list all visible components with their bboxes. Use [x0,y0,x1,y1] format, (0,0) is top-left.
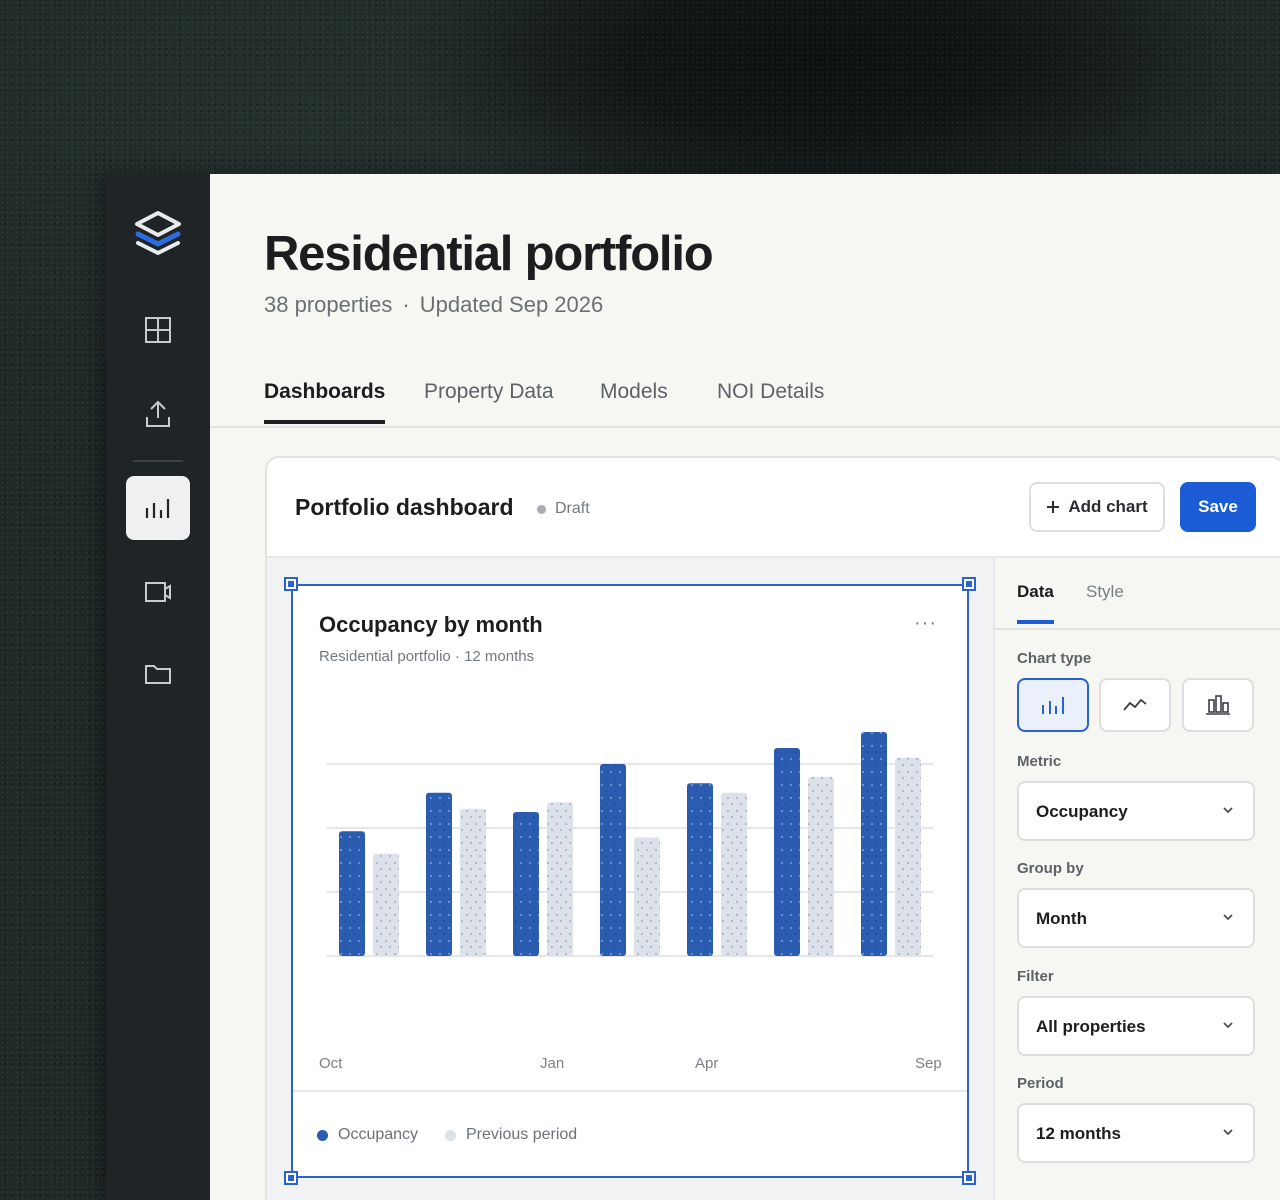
metric-select[interactable]: Occupancy [1017,781,1255,841]
x-tick-label: Jan [540,1055,564,1072]
bar-occupancy [861,732,887,956]
bar-chart-icon [1042,697,1064,714]
tab-style[interactable]: Style [1086,582,1124,622]
chart-type-column-button[interactable] [1182,678,1254,732]
filter-select[interactable]: All properties [1017,996,1255,1056]
period-value: 12 months [1036,1124,1122,1143]
chevron-down-icon [1223,1129,1233,1136]
chart-type-label: Chart type [1017,650,1092,667]
sidebar-item-grid[interactable] [126,298,190,362]
group-by-value: Month [1036,909,1087,928]
column-chart-icon [1206,695,1230,715]
panel-tabs: Data Style [995,558,1280,630]
bar-occupancy [774,748,800,956]
bar-occupancy [687,783,713,956]
chevron-down-icon [1223,807,1233,814]
status-badge: Draft [537,500,590,518]
sidebar [106,174,210,1200]
meta-separator: · [402,292,410,317]
chart-type-line-button[interactable] [1099,678,1171,732]
add-chart-label: Add chart [1068,497,1148,516]
bar-occupancy [339,831,365,956]
group-by-select[interactable]: Month [1017,888,1255,948]
tab-models[interactable]: Models [600,380,668,422]
chart-legend: Occupancy Previous period [293,1090,967,1176]
folder-icon [145,665,171,684]
period-label: Period [1017,1075,1064,1092]
chart-widget[interactable]: Occupancy by month Residential portfolio… [284,577,976,1185]
tab-noi-details[interactable]: NOI Details [717,380,824,422]
page-title: Residential portfolio [264,227,714,281]
status-label: Draft [555,500,590,517]
chart-type-bar-button[interactable] [1017,678,1089,732]
property-count: 38 properties [264,292,393,317]
bar-previous-period [460,808,486,956]
bar-previous-period [373,853,399,956]
bar-chart: Oct Jan Apr Sep [319,732,942,1072]
bar-occupancy [600,764,626,956]
chevron-down-icon [1223,914,1233,921]
legend-swatch [445,1129,456,1141]
sidebar-item-upload[interactable] [126,382,190,446]
chart-canvas: Occupancy by month Residential portfolio… [267,558,993,1200]
legend-item-previous-period: Previous period [445,1126,577,1144]
save-button[interactable]: Save [1180,482,1256,532]
metric-label: Metric [1017,753,1062,770]
sidebar-divider [133,460,183,462]
dashboard-title: Portfolio dashboard [295,494,514,520]
dashboard-card: Portfolio dashboard Draft Add chart Save [265,456,1280,1200]
line-chart-icon [1123,698,1147,711]
dashboard-header: Portfolio dashboard Draft Add chart Save [267,458,1280,558]
x-tick-label: Oct [319,1055,343,1072]
metric-value: Occupancy [1036,802,1128,821]
legend-item-occupancy: Occupancy [317,1126,418,1144]
bar-previous-period [547,802,573,956]
bar-previous-period [808,776,834,956]
chevron-down-icon [1223,1022,1233,1029]
tab-property-data[interactable]: Property Data [424,380,554,422]
bar-occupancy [426,792,452,956]
period-select[interactable]: 12 months [1017,1103,1255,1163]
sidebar-item-video[interactable] [126,560,190,624]
bar-chart-icon [145,499,170,518]
video-icon [145,582,171,602]
tab-data[interactable]: Data [1017,582,1054,624]
x-tick-label: Sep [915,1055,942,1072]
bar-previous-period [895,757,921,956]
upload-icon [146,400,170,427]
tab-bar: Dashboards Property Data Models NOI Deta… [210,370,1280,428]
status-dot [537,504,546,514]
legend-label: Previous period [466,1126,578,1143]
layers-logo-icon[interactable] [132,208,184,260]
tab-dashboards[interactable]: Dashboards [264,380,386,424]
filter-label: Filter [1017,968,1054,985]
sidebar-item-folder[interactable] [126,642,190,706]
main-content: Residential portfolio 38 properties · Up… [210,174,1280,1200]
legend-label: Occupancy [338,1126,419,1143]
bar-previous-period [634,837,660,956]
sidebar-item-charts[interactable] [126,476,190,540]
bar-occupancy [513,812,539,956]
bar-previous-period [721,792,747,956]
add-chart-button[interactable]: Add chart [1029,482,1165,532]
grid-icon [145,317,171,343]
page-meta: 38 properties · Updated Sep 2026 [264,292,603,318]
filter-value: All properties [1036,1017,1146,1036]
x-tick-label: Apr [695,1055,718,1072]
app-window: Residential portfolio 38 properties · Up… [106,174,1280,1200]
updated-date: Updated Sep 2026 [419,292,604,317]
legend-swatch [317,1129,328,1141]
plus-icon [1047,501,1060,513]
chart-settings-panel: Data Style Chart type Metric Occupancy G… [993,558,1280,1200]
group-by-label: Group by [1017,860,1084,877]
